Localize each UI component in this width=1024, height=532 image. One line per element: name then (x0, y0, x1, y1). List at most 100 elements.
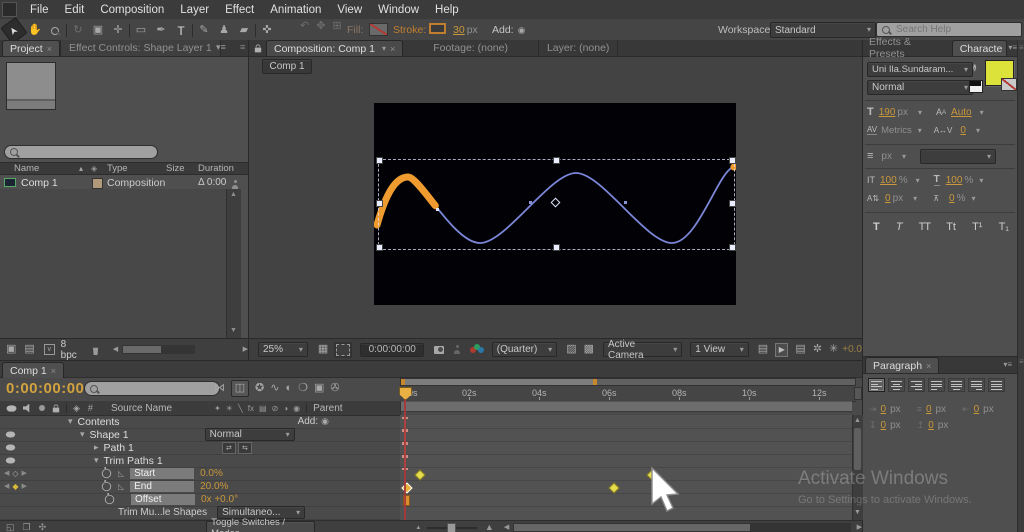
selection-handle[interactable] (729, 157, 736, 164)
help-search-input[interactable] (894, 23, 1016, 36)
hscroll-thumb[interactable] (123, 346, 161, 353)
solo-column-icon[interactable] (39, 405, 45, 411)
channels-icon[interactable] (470, 344, 482, 355)
exposure-value[interactable]: +0.0 (842, 344, 862, 355)
font-family-dropdown[interactable]: Uni Ila.Sundaram... ▾ (867, 62, 973, 77)
time-ruler[interactable]: 0s 02s 04s 06s 08s 10s 12s (400, 386, 856, 402)
chevron-down-icon[interactable]: ▾ (972, 195, 976, 203)
magnification-dropdown[interactable]: 25% ▾ (258, 342, 308, 357)
rotate-tool[interactable]: ↻ (69, 22, 87, 39)
space-before-value[interactable]: 0 (881, 420, 887, 431)
subscript-button[interactable]: T₁ (999, 221, 1009, 233)
workspace-dropdown[interactable]: Standard ▾ (770, 22, 876, 38)
comp-mini-flowchart-icon[interactable]: ⋈ (214, 383, 225, 394)
sort-icon[interactable]: ▴ (79, 165, 83, 173)
hscroll-right-icon[interactable]: ▶ (243, 346, 248, 353)
stopwatch-icon[interactable] (102, 469, 111, 478)
all-caps-button[interactable]: TT (919, 221, 930, 233)
column-name[interactable]: Name (14, 163, 39, 174)
twirl-icon[interactable]: ▾ (94, 456, 99, 465)
row-offset[interactable]: Offset 0x +0.0° (0, 493, 400, 507)
hscroll-left-icon[interactable]: ◀ (504, 524, 509, 531)
track-area[interactable] (400, 415, 852, 520)
chevron-down-icon[interactable]: ▾ (913, 195, 917, 203)
stroke-style-dropdown[interactable]: ▾ (920, 149, 996, 164)
hscroll-left-icon[interactable]: ◀ (113, 346, 118, 353)
frame-blend-icon[interactable]: ▤ (259, 404, 267, 413)
chevron-down-icon[interactable]: ▾ (979, 177, 983, 185)
selection-handle[interactable] (376, 157, 383, 164)
offset-property-label[interactable]: Offset (131, 494, 195, 505)
close-icon[interactable]: × (51, 366, 56, 376)
expand-inout-pane-icon[interactable]: ❐ (23, 523, 31, 532)
stroke-width-value[interactable]: px (881, 151, 892, 162)
stroke-swatch[interactable] (429, 23, 446, 34)
end-value[interactable]: 20.0% (200, 481, 228, 492)
leading-value[interactable]: Auto (951, 107, 972, 118)
close-icon[interactable]: × (47, 44, 52, 54)
snapshot-icon[interactable] (434, 346, 444, 354)
project-item-comp1[interactable]: Comp 1 Composition Δ 0:00 (0, 176, 248, 189)
timeline-scrollbar[interactable]: ▲ ▼ (852, 415, 863, 520)
menu-item-file[interactable]: File (22, 4, 57, 16)
prev-keyframe-icon[interactable]: ◀ (4, 483, 9, 490)
path-vertex[interactable] (624, 201, 627, 204)
selection-handle[interactable] (729, 244, 736, 251)
align-left-button[interactable] (868, 378, 885, 392)
label-swatch[interactable] (92, 178, 103, 189)
tab-composition-comp1[interactable]: Composition: Comp 1 ▾ × (266, 40, 403, 56)
chevron-down-icon[interactable]: ▾ (916, 177, 920, 185)
source-name-column[interactable]: Source Name (111, 403, 172, 414)
column-duration[interactable]: Duration (198, 163, 234, 174)
brush-tool[interactable]: ✎ (195, 22, 213, 39)
exposure-icon[interactable]: ✳ (829, 344, 838, 355)
scroll-up-icon[interactable]: ▲ (854, 417, 861, 424)
row-start[interactable]: ◀ ◇ ▶ ◺ Start 0.0% (0, 467, 400, 481)
threed-icon[interactable]: ◉ (293, 404, 300, 413)
tab-paragraph[interactable]: Paragraph × (865, 357, 939, 373)
timeline-button-icon[interactable]: ▤ (795, 344, 805, 355)
path-vertex[interactable] (436, 208, 439, 211)
shape-tool[interactable]: ▭ (132, 22, 150, 39)
bit-depth[interactable]: 8 bpc (61, 339, 81, 361)
align-center-button[interactable] (888, 378, 905, 392)
show-snapshot-icon[interactable] (454, 345, 459, 354)
video-column-icon[interactable] (7, 405, 17, 411)
lock-icon[interactable] (255, 48, 261, 53)
eraser-tool[interactable]: ▰ (235, 22, 253, 39)
column-type[interactable]: Type (107, 163, 128, 174)
panel-edge-strip[interactable]: ≡ ≡ (1017, 40, 1024, 532)
chevron-down-icon[interactable]: ▾ (902, 153, 906, 161)
row-end[interactable]: ◀ ◆ ▶ ◺ End 20.0% (0, 480, 400, 494)
hide-shy-icon[interactable]: ✪ (255, 383, 264, 394)
toggle-switches-modes-button[interactable]: Toggle Switches / Modes (206, 521, 315, 532)
add-target-icon[interactable]: ◉ (321, 417, 329, 426)
quality-icon[interactable]: ╲ (238, 404, 243, 413)
selection-handle[interactable] (376, 244, 383, 251)
justify-last-right-button[interactable] (968, 378, 985, 392)
start-value[interactable]: 0.0% (200, 468, 223, 479)
menu-item-help[interactable]: Help (427, 4, 467, 16)
faux-italic-button[interactable]: T (896, 221, 903, 233)
timeline-search[interactable] (84, 381, 220, 396)
draft3d-button[interactable]: ◫ (231, 380, 249, 397)
checkerboard-icon[interactable]: ▩ (584, 344, 594, 355)
time-navigator[interactable] (400, 378, 856, 386)
project-search-input[interactable] (22, 146, 152, 159)
motion-blur-icon[interactable]: ⊘ (272, 404, 279, 413)
chevron-down-icon[interactable]: ▾ (976, 127, 980, 135)
hand-tool[interactable]: ✋ (26, 22, 44, 39)
horizontal-scale-value[interactable]: 100 (946, 175, 963, 186)
selection-handle[interactable] (553, 244, 560, 251)
timeline-search-input[interactable] (102, 382, 214, 395)
comp-marker-bin[interactable] (854, 387, 862, 400)
help-search[interactable] (876, 22, 1022, 37)
add-keyframe-icon[interactable]: ◇ (12, 470, 18, 478)
path-direction-toggle[interactable]: ⇄ (222, 442, 236, 454)
align-right-button[interactable] (908, 378, 925, 392)
hscroll-track[interactable] (122, 345, 194, 354)
menu-item-effect[interactable]: Effect (217, 4, 262, 16)
indent-left-value[interactable]: 0 (881, 404, 887, 415)
offset-value[interactable]: 0x +0.0° (201, 494, 238, 505)
timeline-hscroll[interactable] (513, 523, 850, 532)
